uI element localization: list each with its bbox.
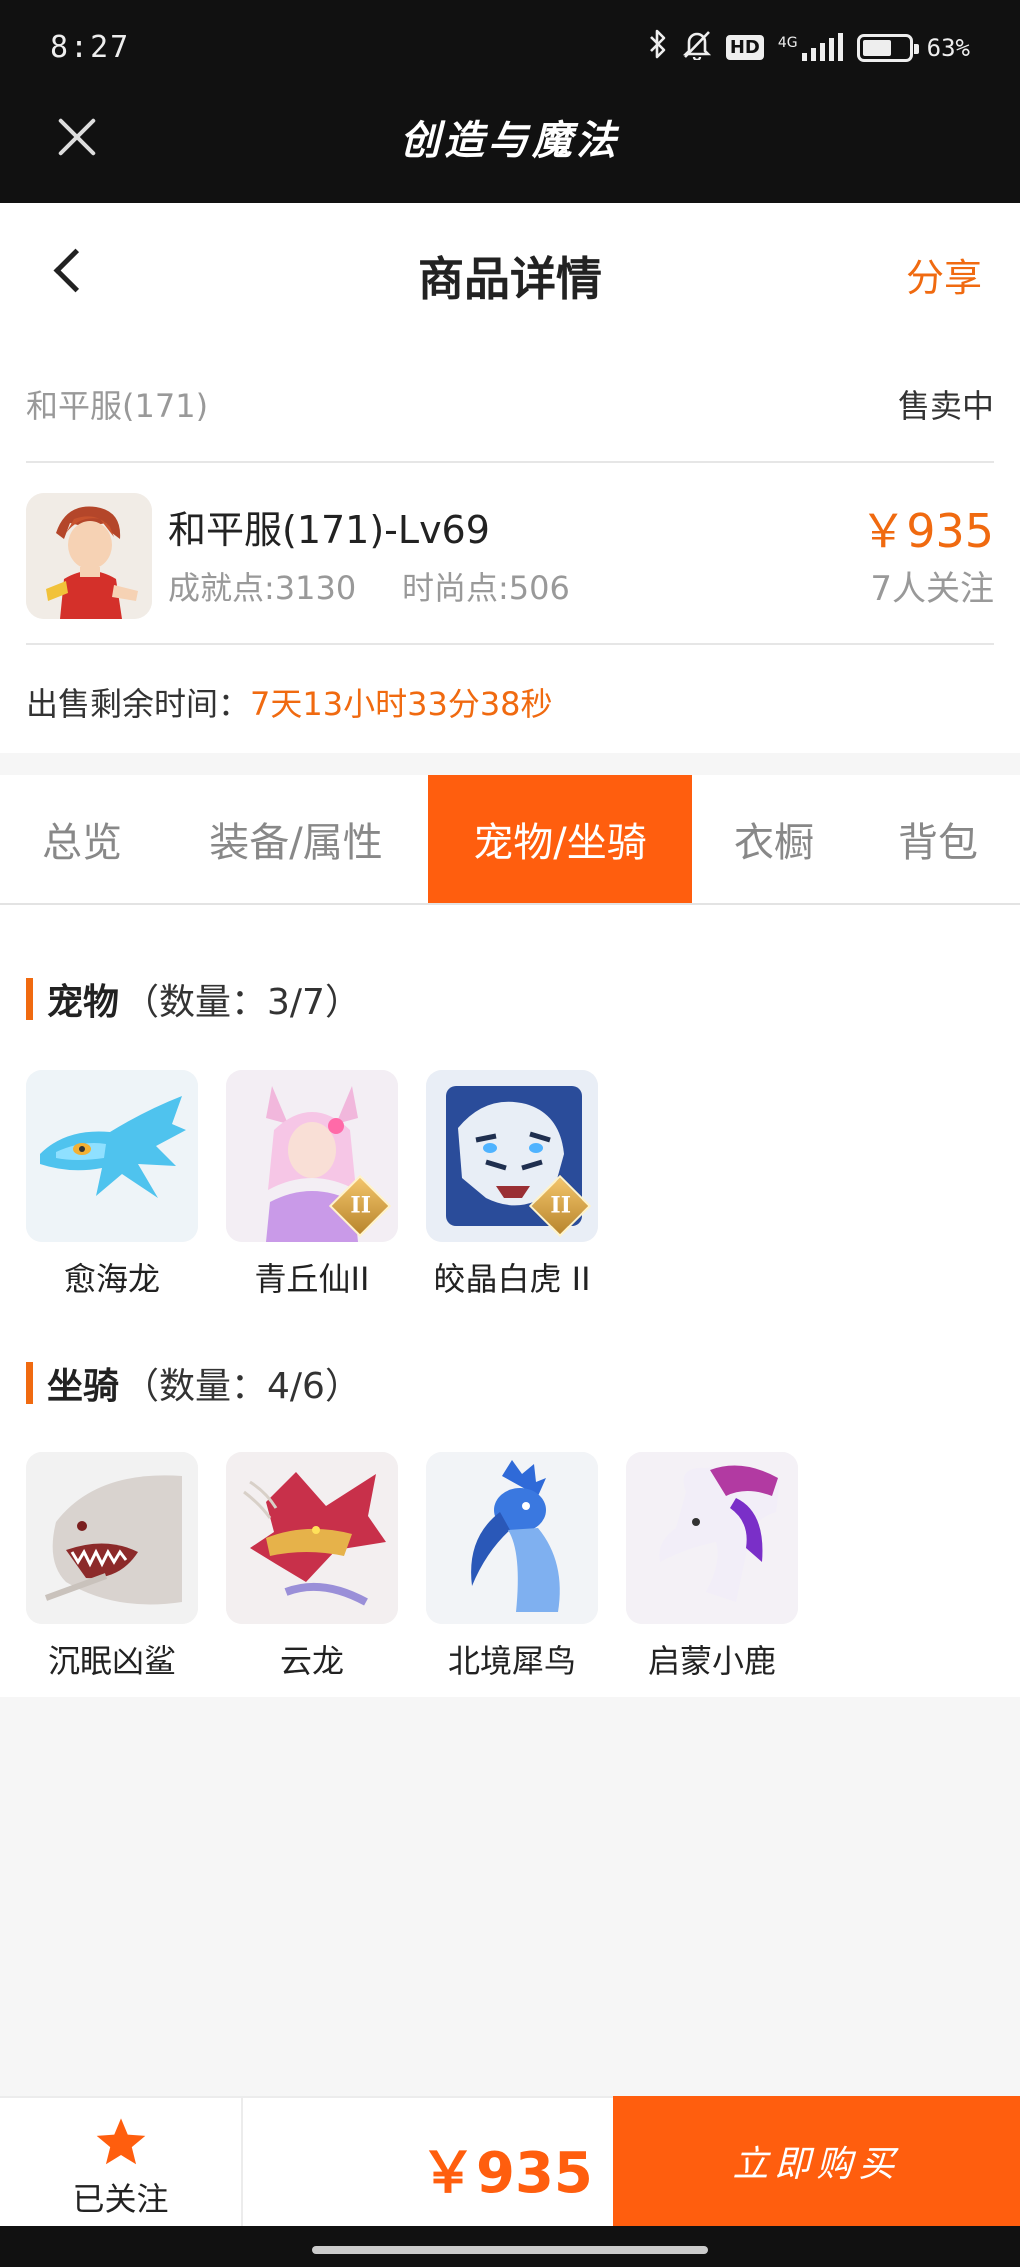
page-title: 商品详情 bbox=[418, 252, 602, 306]
pet-item[interactable]: 愈海龙 bbox=[26, 1070, 198, 1300]
remaining-time-label: 出售剩余时间： bbox=[26, 685, 251, 723]
pet-item[interactable]: II 皎晶白虎 II bbox=[426, 1070, 598, 1300]
pet-name: 青丘仙II bbox=[254, 1260, 370, 1298]
battery-percent: 63% bbox=[926, 33, 970, 62]
app-title: 创造与魔法 bbox=[400, 117, 620, 164]
mount-item[interactable]: 沉眠凶鲨 bbox=[26, 1452, 198, 1682]
mounts-grid: 沉眠凶鲨 云龙 北境犀鸟 启蒙小鹿 bbox=[26, 1452, 798, 1682]
pets-mounts-panel: 宠物 （数量：3/7） 愈海龙 II 青丘仙II II 皎晶白虎 II 坐骑 （… bbox=[0, 905, 1020, 1697]
mount-name: 启蒙小鹿 bbox=[647, 1642, 776, 1680]
grade-badge-text: II bbox=[350, 1192, 372, 1219]
character-avatar bbox=[26, 493, 152, 619]
pets-title: 宠物 bbox=[47, 982, 120, 1023]
mount-image bbox=[626, 1452, 798, 1624]
mute-bell-icon bbox=[682, 28, 712, 67]
achievement-points: 成就点:3130 bbox=[168, 569, 357, 607]
tab-wardrobe[interactable]: 衣橱 bbox=[692, 775, 856, 903]
sale-status: 售卖中 bbox=[897, 387, 994, 425]
tab-backpack[interactable]: 背包 bbox=[856, 775, 1020, 903]
server-row: 和平服(171) 售卖中 bbox=[26, 343, 994, 463]
bottom-price: ￥935 bbox=[420, 2141, 593, 2206]
pets-grid: 愈海龙 II 青丘仙II II 皎晶白虎 II bbox=[26, 1070, 598, 1300]
tab-equipment-attributes[interactable]: 装备/属性 bbox=[164, 775, 428, 903]
page-header: 商品详情 分享 bbox=[0, 203, 1020, 343]
pet-image: II bbox=[226, 1070, 398, 1242]
listing-info: 和平服(171) 售卖中 和平服(171)-Lv69 成就点:3130 时尚点:… bbox=[0, 343, 1020, 753]
mount-name: 北境犀鸟 bbox=[447, 1642, 576, 1680]
mount-image bbox=[226, 1452, 398, 1624]
mount-image bbox=[426, 1452, 598, 1624]
mounts-title: 坐骑 bbox=[47, 1366, 120, 1407]
mount-image bbox=[26, 1452, 198, 1624]
remaining-time: 出售剩余时间：7天13小时33分38秒 bbox=[26, 679, 553, 725]
network-type: 4G bbox=[777, 34, 798, 51]
system-nav-area bbox=[0, 2226, 1020, 2267]
mounts-section-title: 坐骑 （数量：4/6） bbox=[26, 1359, 361, 1407]
pets-section-title: 宠物 （数量：3/7） bbox=[26, 975, 361, 1023]
mount-name: 云龙 bbox=[279, 1642, 344, 1680]
pet-item[interactable]: II 青丘仙II bbox=[226, 1070, 398, 1300]
mounts-count: （数量：4/6） bbox=[123, 1366, 361, 1407]
section-accent-bar bbox=[26, 978, 33, 1020]
mount-name: 沉眠凶鲨 bbox=[47, 1642, 176, 1680]
section-accent-bar bbox=[26, 1362, 33, 1404]
follower-count: 7人关注 bbox=[870, 569, 994, 609]
detail-tabs: 总览 装备/属性 宠物/坐骑 衣橱 背包 bbox=[0, 775, 1020, 905]
tab-pets-mounts[interactable]: 宠物/坐骑 bbox=[428, 775, 692, 903]
tab-overview[interactable]: 总览 bbox=[0, 775, 164, 903]
remaining-time-value: 7天13小时33分38秒 bbox=[250, 685, 553, 723]
top-bar: 8:27 HD 4G 63% 创造与魔法 bbox=[0, 0, 1020, 203]
battery-icon bbox=[856, 33, 919, 62]
mount-item[interactable]: 启蒙小鹿 bbox=[626, 1452, 798, 1682]
bluetooth-icon bbox=[648, 28, 668, 67]
follow-label: 已关注 bbox=[72, 2180, 169, 2218]
pet-image bbox=[26, 1070, 198, 1242]
server-name: 和平服(171) bbox=[26, 387, 209, 425]
star-icon bbox=[96, 2118, 145, 2165]
bottom-action-bar: 已关注 ￥935 立即购买 bbox=[0, 2096, 1020, 2226]
character-row[interactable]: 和平服(171)-Lv69 成就点:3130 时尚点:506 ￥935 7人关注 bbox=[26, 465, 994, 645]
grade-badge-text: II bbox=[550, 1192, 572, 1219]
pets-count: （数量：3/7） bbox=[123, 982, 361, 1023]
mount-item[interactable]: 北境犀鸟 bbox=[426, 1452, 598, 1682]
home-indicator[interactable] bbox=[312, 2246, 708, 2254]
fashion-points: 时尚点:506 bbox=[402, 569, 570, 607]
mount-item[interactable]: 云龙 bbox=[226, 1452, 398, 1682]
network-signal-icon: 4G bbox=[777, 32, 843, 61]
share-button[interactable]: 分享 bbox=[906, 247, 982, 302]
buy-now-button[interactable]: 立即购买 bbox=[613, 2096, 1020, 2226]
pet-image: II bbox=[426, 1070, 598, 1242]
pet-name: 皎晶白虎 II bbox=[433, 1260, 591, 1298]
pet-name: 愈海龙 bbox=[63, 1260, 160, 1298]
follow-button[interactable]: 已关注 bbox=[0, 2098, 243, 2226]
listing-price: ￥935 bbox=[860, 504, 994, 558]
status-icons: HD 4G 63% bbox=[648, 28, 970, 67]
character-name: 和平服(171)-Lv69 bbox=[168, 508, 490, 552]
status-time: 8:27 bbox=[50, 30, 131, 65]
hd-badge: HD bbox=[725, 35, 764, 60]
